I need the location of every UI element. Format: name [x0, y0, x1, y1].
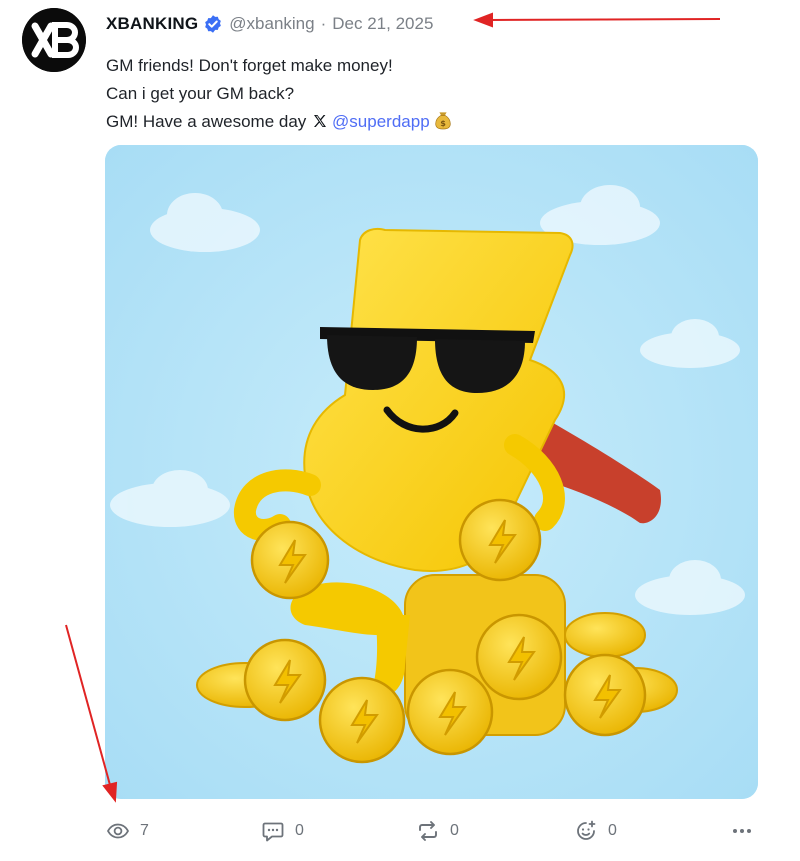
- x-logo-icon: [314, 115, 327, 127]
- more-options-button[interactable]: [729, 818, 755, 844]
- post-header: XBANKING @xbanking · Dec 21, 2025: [106, 12, 433, 36]
- reaction-button[interactable]: 0: [574, 818, 617, 844]
- reactions-count: 0: [608, 822, 617, 839]
- mascot-illustration: [105, 145, 758, 799]
- reposts-count: 0: [450, 822, 459, 839]
- repost-icon: [419, 821, 437, 841]
- post-date[interactable]: Dec 21, 2025: [332, 14, 433, 34]
- xbanking-logo: [22, 8, 86, 72]
- author-avatar[interactable]: [22, 8, 86, 72]
- meta-separator: ·: [320, 14, 327, 33]
- annotation-arrowhead: [473, 12, 493, 28]
- money-bag-icon: $: [435, 112, 451, 130]
- post-text-line: GM friends! Don't forget make money!: [106, 56, 393, 75]
- author-name[interactable]: XBANKING: [106, 14, 198, 34]
- post-text-line-last: GM! Have a awesome day @superdapp $: [106, 108, 452, 136]
- more-dots-icon: [733, 829, 751, 833]
- svg-text:$: $: [440, 118, 446, 128]
- mention-link[interactable]: @superdapp: [332, 112, 430, 131]
- post-actions: 7 0 0 0: [106, 818, 758, 844]
- replies-count: 0: [295, 822, 304, 839]
- post-text: GM friends! Don't forget make money! Can…: [106, 52, 452, 136]
- views-button[interactable]: 7: [106, 818, 149, 844]
- post-image[interactable]: [105, 145, 758, 799]
- add-reaction-icon: [577, 820, 596, 840]
- repost-button[interactable]: 0: [416, 818, 459, 844]
- reply-button[interactable]: 0: [261, 818, 304, 844]
- author-handle[interactable]: @xbanking: [229, 14, 314, 34]
- verified-badge-icon: [205, 15, 222, 33]
- comment-icon: [262, 822, 284, 842]
- annotation-arrow: [65, 624, 111, 786]
- annotation-arrow: [489, 18, 721, 21]
- post-text-line: Can i get your GM back?: [106, 84, 295, 103]
- eye-icon: [106, 823, 130, 839]
- post-text-fragment: GM! Have a awesome day: [106, 112, 307, 131]
- views-count: 7: [140, 822, 149, 839]
